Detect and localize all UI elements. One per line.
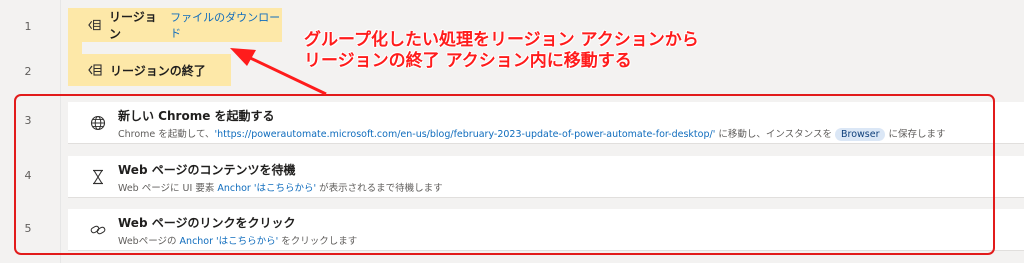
annotation-text-line2: リージョンの終了 アクション内に移動する xyxy=(304,51,632,71)
